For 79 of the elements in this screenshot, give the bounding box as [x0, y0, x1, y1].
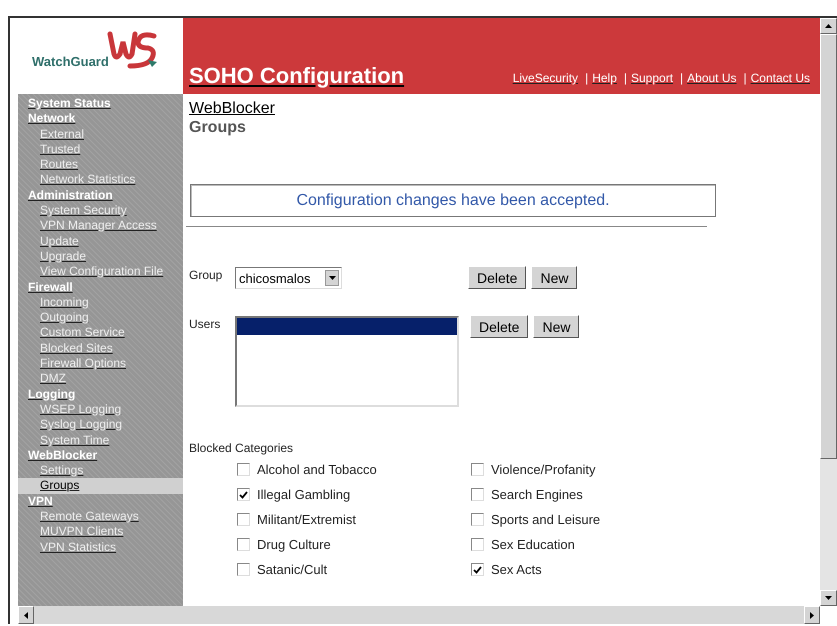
sidebar-item[interactable]: Trusted — [40, 142, 80, 158]
header-link[interactable]: About Us — [687, 71, 737, 85]
link-separator: | — [680, 71, 684, 85]
sidebar-section-link[interactable]: Administration — [28, 188, 113, 204]
sidebar-item[interactable]: Syslog Logging — [40, 417, 122, 433]
page-header-title: SOHO Configuration — [189, 63, 404, 89]
checkbox[interactable] — [237, 513, 250, 526]
sidebar-section-link[interactable]: System Status — [28, 96, 111, 112]
checkbox-label: Militant/Extremist — [257, 512, 356, 527]
vertical-scrollbar[interactable] — [820, 18, 837, 606]
logo-text: WatchGuard — [32, 54, 109, 69]
sidebar-item[interactable]: WSEP Logging — [40, 402, 122, 418]
link-separator: | — [744, 71, 747, 85]
checkbox[interactable] — [471, 513, 484, 526]
scroll-left-icon[interactable] — [18, 606, 34, 624]
group-dropdown[interactable]: chicosmalos — [235, 267, 342, 289]
checkbox[interactable] — [237, 463, 250, 476]
sidebar-item[interactable]: Network Statistics — [40, 172, 136, 188]
checkbox-label: Search Engines — [491, 487, 583, 502]
sidebar-item[interactable]: Update — [40, 234, 79, 249]
group-button[interactable]: New — [531, 266, 578, 289]
sidebar-section-link[interactable]: Logging — [28, 386, 76, 402]
sidebar-item[interactable]: Firewall Options — [40, 356, 126, 372]
sidebar-item[interactable]: Upgrade — [40, 248, 86, 264]
checkbox[interactable] — [471, 488, 484, 501]
checkbox[interactable] — [471, 563, 484, 576]
checkbox[interactable] — [471, 538, 484, 551]
page-title: Groups — [189, 119, 247, 137]
scroll-right-icon[interactable] — [804, 606, 820, 624]
checkbox-label: Satanic/Cult — [257, 562, 328, 577]
header-link[interactable]: LiveSecurity — [512, 71, 578, 85]
sidebar-item[interactable]: System Time — [40, 432, 110, 448]
header-link[interactable]: Contact Us — [750, 71, 810, 85]
header-link[interactable]: Help — [592, 71, 617, 85]
field-label: Users — [189, 316, 222, 331]
users-listbox[interactable] — [235, 316, 459, 407]
sidebar-section-link[interactable]: VPN — [28, 494, 53, 510]
sidebar-section-link[interactable]: WebBlocker — [28, 448, 98, 464]
checkbox[interactable] — [237, 488, 250, 501]
link-separator: | — [624, 71, 627, 85]
checkbox-label: Alcohol and Tobacco — [257, 462, 377, 477]
checkbox[interactable] — [237, 563, 250, 576]
section-label: Blocked Categories — [189, 441, 294, 455]
sidebar-item[interactable]: Remote Gateways — [40, 509, 139, 524]
sidebar-item[interactable]: Blocked Sites — [40, 340, 113, 356]
checkbox-label: Sex Acts — [491, 562, 542, 577]
sidebar-item[interactable]: Incoming — [40, 294, 89, 310]
checkbox-label: Sports and Leisure — [491, 512, 600, 527]
checkbox[interactable] — [237, 538, 250, 551]
horizontal-scrollbar[interactable] — [18, 606, 820, 624]
sidebar-section-link[interactable]: Network — [28, 111, 76, 127]
checkbox[interactable] — [471, 463, 484, 476]
checkbox-label: Violence/Profanity — [491, 462, 596, 477]
sidebar-item[interactable]: Custom Service — [40, 325, 125, 341]
scroll-up-icon[interactable] — [820, 18, 837, 34]
sidebar-item[interactable]: DMZ — [40, 371, 66, 387]
sidebar-item[interactable]: View Configuration File — [40, 264, 164, 280]
group-button[interactable]: Delete — [468, 266, 526, 289]
breadcrumb-link[interactable]: WebBlocker — [189, 100, 275, 118]
sidebar-item[interactable]: VPN Manager Access — [40, 218, 157, 234]
status-message: Configuration changes have been accepted. — [190, 184, 716, 217]
checkbox-label: Sex Education — [491, 537, 575, 552]
sidebar-item[interactable]: External — [40, 126, 84, 142]
sidebar-item[interactable]: VPN Statistics — [40, 540, 116, 555]
header-link[interactable]: Support — [631, 71, 674, 85]
sidebar-section-link[interactable]: Firewall — [28, 280, 73, 295]
link-separator: | — [585, 71, 588, 85]
sidebar-item[interactable]: MUVPN Clients — [40, 524, 124, 540]
scroll-thumb[interactable] — [820, 34, 837, 459]
scroll-down-icon[interactable] — [820, 590, 837, 606]
users-button[interactable]: Delete — [470, 315, 528, 338]
sidebar-item[interactable]: Settings — [40, 463, 84, 478]
users-button[interactable]: New — [533, 315, 580, 338]
field-label: Group — [189, 267, 224, 282]
checkbox-label: Illegal Gambling — [257, 487, 350, 502]
sidebar-item[interactable]: Routes — [40, 157, 78, 172]
checkbox-label: Drug Culture — [257, 537, 331, 552]
sidebar-item[interactable]: Outgoing — [40, 310, 89, 326]
sidebar-item[interactable]: System Security — [40, 203, 127, 218]
